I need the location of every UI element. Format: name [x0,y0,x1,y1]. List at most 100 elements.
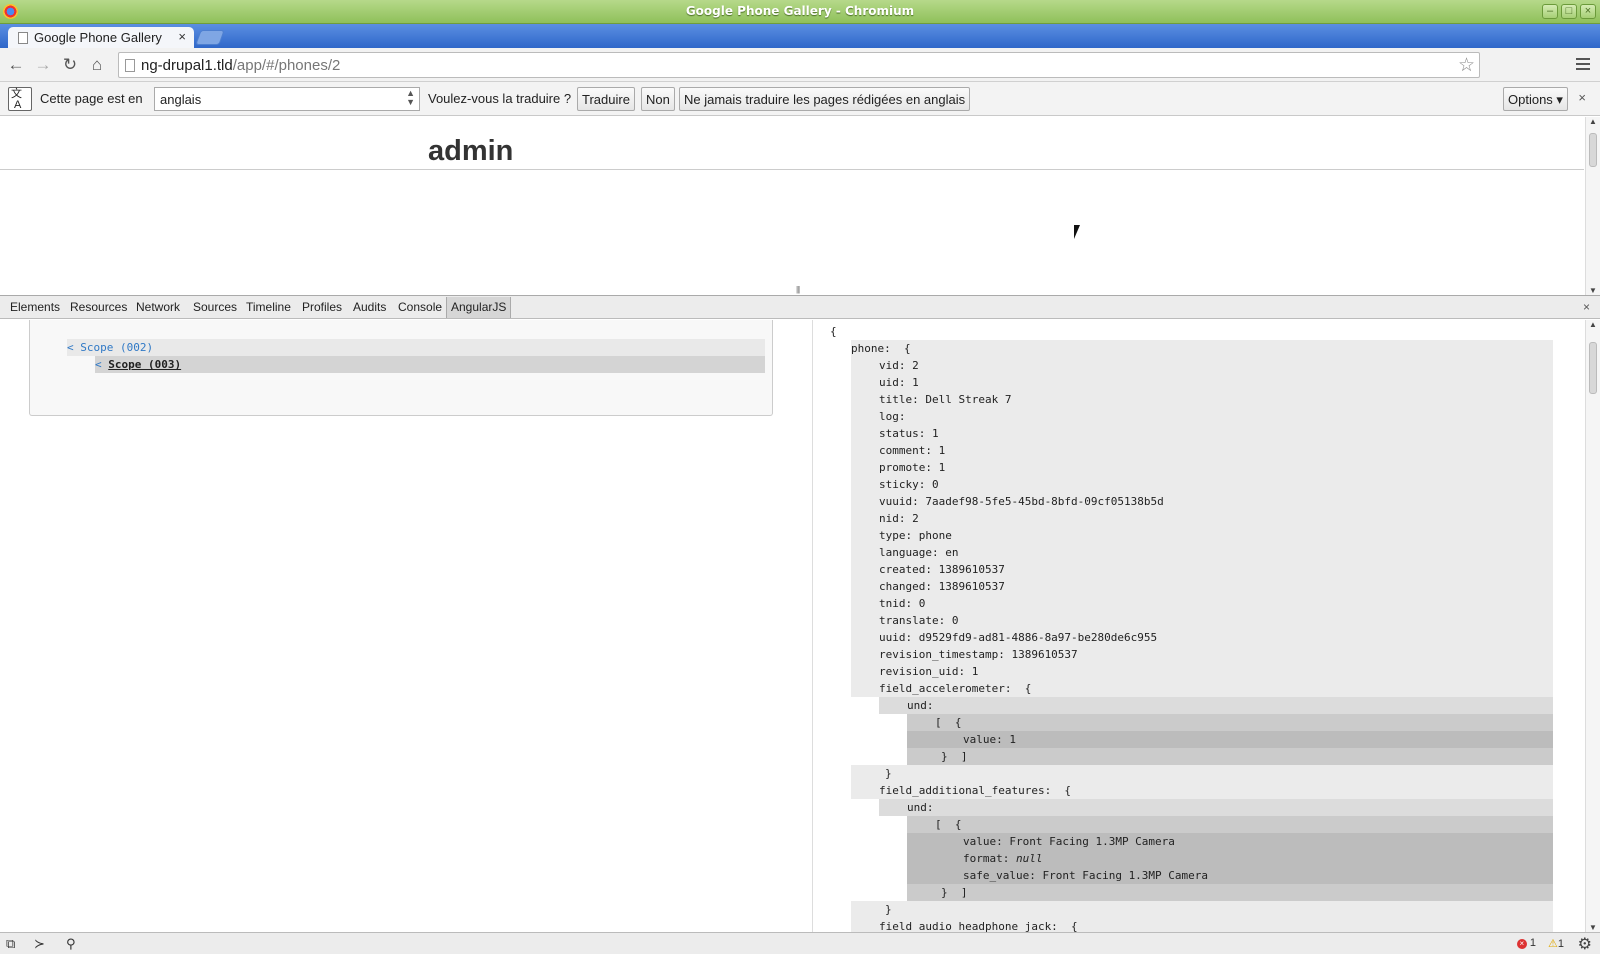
json-line: } [851,765,1553,782]
json-line: } ] [907,884,1553,901]
tab-console[interactable]: Console [398,300,442,314]
scroll-thumb[interactable] [1589,342,1597,394]
browser-toolbar: ← → ↻ ⌂ ng-drupal1.tld/app/#/phones/2 ☆ [0,48,1600,82]
gear-icon[interactable]: ⚙ [1578,934,1592,954]
json-line: comment: 1 [851,442,1553,459]
json-line[interactable]: field_audio_headphone_jack: { [851,918,1553,932]
json-line: safe_value: Front Facing 1.3MP Camera [907,867,1553,884]
json-line[interactable]: field_accelerometer: { [851,680,1553,697]
forward-icon[interactable]: → [32,54,54,76]
devtools-tabbar: Elements Resources Network Sources Timel… [0,295,1600,319]
json-line: created: 1389610537 [851,561,1553,578]
never-translate-button[interactable]: Ne jamais traduire les pages rédigées en… [679,87,971,111]
no-button[interactable]: Non [641,87,675,111]
menu-icon[interactable] [1576,58,1590,70]
page-content: admin ▲ ▼ [0,117,1600,295]
new-tab-button[interactable] [195,30,225,45]
tab-profiles[interactable]: Profiles [302,300,342,314]
maximize-icon[interactable]: □ [1561,4,1577,19]
tab-label: Google Phone Gallery [34,30,162,45]
json-line: revision_timestamp: 1389610537 [851,646,1553,663]
json-line: uid: 1 [851,374,1553,391]
url-path: /app/#/phones/2 [232,57,341,74]
json-line: nid: 2 [851,510,1553,527]
translate-close-icon[interactable]: × [1578,90,1586,105]
json-line: [ { [907,714,1553,731]
home-icon[interactable]: ⌂ [86,54,108,76]
json-line: translate: 0 [851,612,1553,629]
json-line: format: null [907,850,1553,867]
translate-bar: 文 A Cette page est en anglais ▲ ▼ Voulez-… [0,82,1600,116]
page-scrollbar[interactable]: ▲ ▼ [1585,117,1600,295]
resize-handle-icon[interactable]: ||| [796,285,800,294]
tab-close-icon[interactable]: × [178,29,186,44]
json-line: { [830,325,837,338]
devtools-scrollbar[interactable]: ▲ ▼ [1585,320,1600,932]
bookmark-star-icon[interactable]: ☆ [1458,54,1475,77]
json-line: status: 1 [851,425,1553,442]
options-button[interactable]: Options ▾ [1503,87,1568,111]
close-window-icon[interactable]: × [1580,4,1596,19]
error-count-value: 1 [1529,937,1536,949]
language-value: anglais [160,92,202,107]
tab-elements[interactable]: Elements [10,300,60,314]
minimize-icon[interactable]: – [1542,4,1558,19]
scope-item-selected[interactable]: < Scope (003) [95,356,765,373]
json-line: changed: 1389610537 [851,578,1553,595]
json-line: } ] [907,748,1553,765]
json-line: tnid: 0 [851,595,1553,612]
devtools-close-icon[interactable]: × [1583,300,1590,314]
json-line[interactable]: phone: { [851,340,1553,357]
json-line: vid: 2 [851,357,1553,374]
page-divider [0,169,1584,170]
url-host: ng-drupal1.tld [141,57,233,74]
warning-icon: ⚠ [1548,938,1558,950]
browser-tab[interactable]: Google Phone Gallery × [8,27,194,48]
tab-strip: Google Phone Gallery × [0,24,1600,48]
tab-sources[interactable]: Sources [193,300,237,314]
devtools-statusbar: ⧉ ≻ ⚲ × 1 ⚠1 ⚙ [0,932,1600,954]
json-line: value: 1 [907,731,1553,748]
warning-count[interactable]: ⚠1 [1548,937,1564,950]
json-line: log: [851,408,1553,425]
error-icon: × [1516,939,1527,949]
tab-audits[interactable]: Audits [353,300,386,314]
json-line: promote: 1 [851,459,1553,476]
language-select[interactable]: anglais ▲ ▼ [154,87,420,111]
json-line: title: Dell Streak 7 [851,391,1553,408]
scroll-up-icon[interactable]: ▲ [1589,117,1597,126]
tab-network[interactable]: Network [136,300,180,314]
scope-tree-pane: < Scope (002) < Scope (003) [0,320,812,932]
tab-angularjs[interactable]: AngularJS [446,297,512,318]
page-icon [18,32,28,44]
tab-resources[interactable]: Resources [70,300,127,314]
scroll-down-icon[interactable]: ▼ [1589,923,1597,932]
error-count[interactable]: × 1 [1516,937,1536,949]
json-line: value: Front Facing 1.3MP Camera [907,833,1553,850]
address-bar[interactable]: ng-drupal1.tld/app/#/phones/2 ☆ [118,52,1480,78]
json-line: } [851,901,1553,918]
scope-caret: < [95,358,109,371]
scroll-thumb[interactable] [1589,133,1597,167]
dock-icon[interactable]: ⧉ [6,936,15,952]
scroll-down-icon[interactable]: ▼ [1589,286,1597,295]
scope-tree: < Scope (002) < Scope (003) [29,320,773,416]
json-line: und: [879,799,1553,816]
translate-icon: 文 A [8,87,32,111]
console-drawer-icon[interactable]: ≻ [34,936,45,952]
scroll-up-icon[interactable]: ▲ [1589,320,1597,329]
translate-prefix: Cette page est en [40,91,143,106]
search-icon[interactable]: ⚲ [66,936,76,952]
json-line: und: [879,697,1553,714]
page-info-icon[interactable] [125,59,135,72]
tab-timeline[interactable]: Timeline [246,300,291,314]
json-line: revision_uid: 1 [851,663,1553,680]
reload-icon[interactable]: ↻ [59,54,81,76]
json-line[interactable]: field_additional_features: { [851,782,1553,799]
translate-question: Voulez-vous la traduire ? [428,91,572,106]
json-line: uuid: d9529fd9-ad81-4886-8a97-be280de6c9… [851,629,1553,646]
translate-button[interactable]: Traduire [577,87,635,111]
window-titlebar: Google Phone Gallery - Chromium – □ × [0,0,1600,24]
back-icon[interactable]: ← [5,54,27,76]
scope-item[interactable]: < Scope (002) [67,339,765,356]
